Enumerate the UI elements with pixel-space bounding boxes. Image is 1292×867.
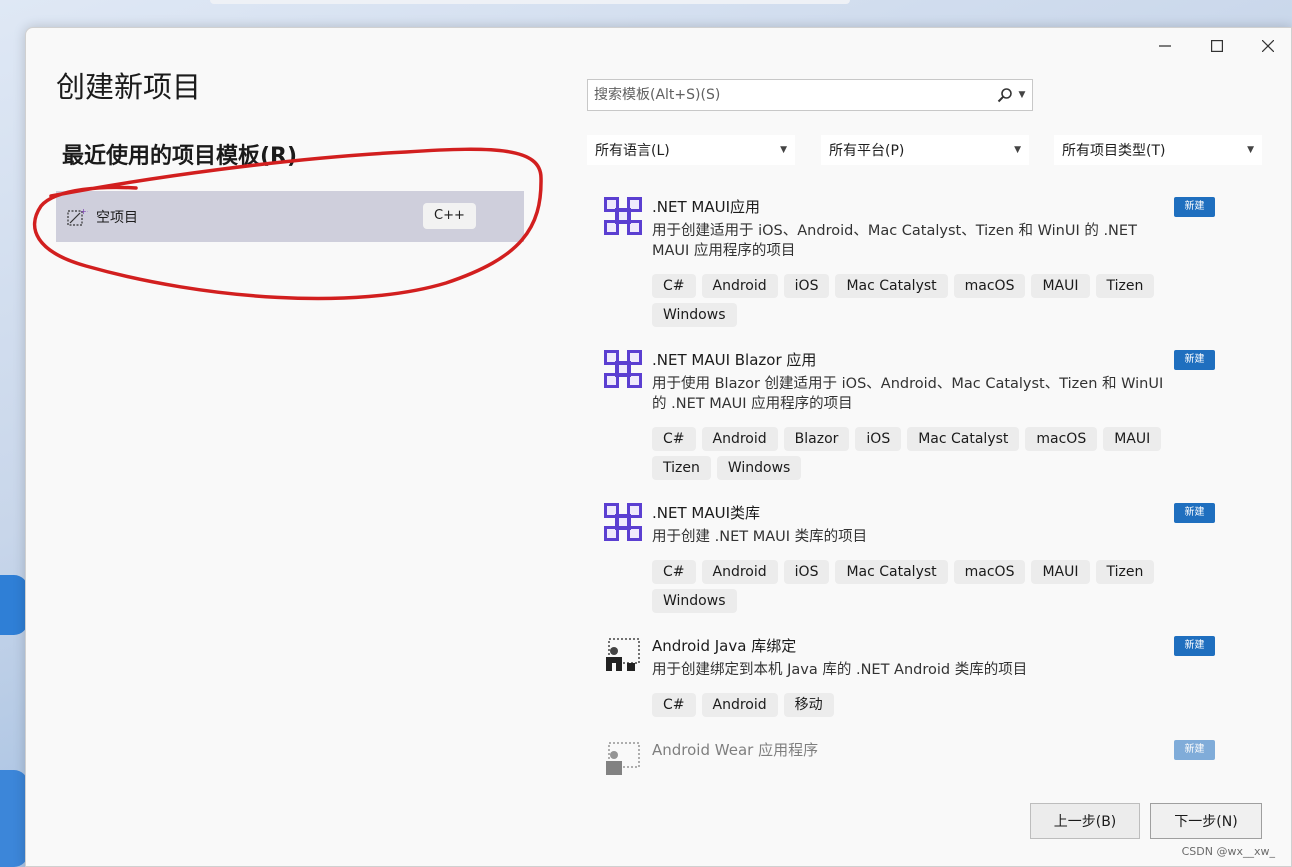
chevron-down-icon[interactable]: ▼: [1015, 90, 1029, 100]
tag: iOS: [855, 427, 902, 451]
empty-project-icon: ++: [67, 207, 88, 226]
tag: Windows: [716, 456, 802, 480]
new-badge: 新建: [1174, 740, 1215, 760]
tag: macOS: [1025, 427, 1098, 451]
tag: iOS: [783, 560, 830, 584]
tag: Android: [701, 427, 778, 451]
tag: MAUI: [1103, 427, 1162, 451]
tag: MAUI: [1031, 560, 1090, 584]
watermark: CSDN @wx__xw_: [1181, 845, 1275, 858]
tag: C#: [652, 560, 696, 584]
tag: Mac Catalyst: [835, 560, 948, 584]
close-icon: [1262, 40, 1274, 52]
template-search-box[interactable]: ▼: [587, 79, 1033, 111]
platform-filter-dropdown[interactable]: 所有平台(P) ▼: [821, 135, 1029, 165]
minimize-icon: [1159, 45, 1171, 47]
tag: MAUI: [1031, 274, 1090, 298]
tag: Mac Catalyst: [835, 274, 948, 298]
template-item[interactable]: .NET MAUI类库 用于创建 .NET MAUI 类库的项目 新建 C# A…: [587, 494, 1227, 624]
template-list[interactable]: .NET MAUI应用 用于创建适用于 iOS、Android、Mac Cata…: [587, 188, 1227, 776]
tag: C#: [652, 427, 696, 451]
project-type-filter-dropdown[interactable]: 所有项目类型(T) ▼: [1054, 135, 1262, 165]
chevron-down-icon: ▼: [1014, 145, 1021, 155]
search-icon[interactable]: [995, 87, 1015, 103]
back-button[interactable]: 上一步(B): [1030, 803, 1140, 839]
tag: Tizen: [1095, 560, 1155, 584]
maximize-icon: [1211, 40, 1223, 52]
template-description: 用于使用 Blazor 创建适用于 iOS、Android、Mac Cataly…: [652, 376, 1164, 412]
tag: Android: [701, 274, 778, 298]
new-badge: 新建: [1174, 636, 1215, 656]
platform-filter-label: 所有平台(P): [829, 143, 905, 159]
template-description: 用于创建 .NET MAUI 类库的项目: [652, 529, 868, 545]
tag: Android: [701, 693, 778, 717]
template-name: .NET MAUI Blazor 应用: [652, 351, 817, 369]
maximize-button[interactable]: [1194, 32, 1240, 60]
template-name: .NET MAUI应用: [652, 198, 761, 216]
template-name: .NET MAUI类库: [652, 504, 761, 522]
tag: Windows: [652, 589, 737, 613]
page-title: 创建新项目: [56, 70, 202, 104]
tag: iOS: [783, 274, 830, 298]
chevron-down-icon: ▼: [780, 145, 787, 155]
close-button[interactable]: [1245, 32, 1291, 60]
maui-icon: [604, 197, 642, 235]
tag: C#: [652, 693, 696, 717]
tag: Tizen: [652, 456, 711, 480]
tag: 移动: [783, 693, 834, 717]
new-badge: 新建: [1174, 503, 1215, 523]
template-tags: C# Android 移动: [652, 693, 1192, 717]
search-input[interactable]: [588, 80, 995, 110]
new-badge: 新建: [1174, 197, 1215, 217]
template-tags: C# Android iOS Mac Catalyst macOS MAUI T…: [652, 274, 1192, 327]
template-item[interactable]: .NET MAUI应用 用于创建适用于 iOS、Android、Mac Cata…: [587, 188, 1227, 338]
maui-icon: [604, 503, 642, 541]
language-filter-label: 所有语言(L): [595, 143, 670, 159]
tag: Tizen: [1095, 274, 1155, 298]
recent-template-item[interactable]: ++ 空项目 C++: [56, 191, 524, 242]
template-item[interactable]: Android Java 库绑定 用于创建绑定到本机 Java 库的 .NET …: [587, 627, 1227, 727]
next-button[interactable]: 下一步(N): [1150, 803, 1262, 839]
recent-template-language-tag: C++: [423, 203, 476, 229]
template-tags: C# Android iOS Mac Catalyst macOS MAUI T…: [652, 560, 1192, 613]
recent-templates-heading: 最近使用的项目模板(R): [62, 144, 298, 169]
template-name: Android Wear 应用程序: [652, 741, 819, 759]
tag: Windows: [652, 303, 737, 327]
language-filter-dropdown[interactable]: 所有语言(L) ▼: [587, 135, 795, 165]
project-type-filter-label: 所有项目类型(T): [1062, 143, 1166, 159]
template-description: 用于创建适用于 iOS、Android、Mac Catalyst、Tizen 和…: [652, 223, 1137, 259]
android-wear-icon: [606, 742, 640, 775]
create-project-dialog: 创建新项目 最近使用的项目模板(R) ++ 空项目 C++ ▼ 所有语言(L) …: [25, 27, 1292, 867]
maui-icon: [604, 350, 642, 388]
tag: macOS: [953, 560, 1026, 584]
tag: Blazor: [783, 427, 850, 451]
desktop-background-shape: [0, 770, 28, 867]
chevron-down-icon: ▼: [1247, 145, 1254, 155]
svg-text:++: ++: [80, 207, 88, 216]
recent-template-name: 空项目: [96, 209, 138, 226]
tag: Mac Catalyst: [907, 427, 1020, 451]
tag: Android: [701, 560, 778, 584]
template-name: Android Java 库绑定: [652, 637, 797, 655]
template-description: 用于创建绑定到本机 Java 库的 .NET Android 类库的项目: [652, 662, 1028, 678]
new-badge: 新建: [1174, 350, 1215, 370]
android-binding-icon: [606, 638, 640, 671]
minimize-button[interactable]: [1142, 32, 1188, 60]
tag: C#: [652, 274, 696, 298]
template-item[interactable]: Android Wear 应用程序 新建: [587, 731, 1227, 776]
template-tags: C# Android Blazor iOS Mac Catalyst macOS…: [652, 427, 1192, 480]
desktop-background: [210, 0, 850, 4]
template-item[interactable]: .NET MAUI Blazor 应用 用于使用 Blazor 创建适用于 iO…: [587, 341, 1227, 491]
tag: macOS: [953, 274, 1026, 298]
desktop-background-shape: [0, 575, 28, 635]
